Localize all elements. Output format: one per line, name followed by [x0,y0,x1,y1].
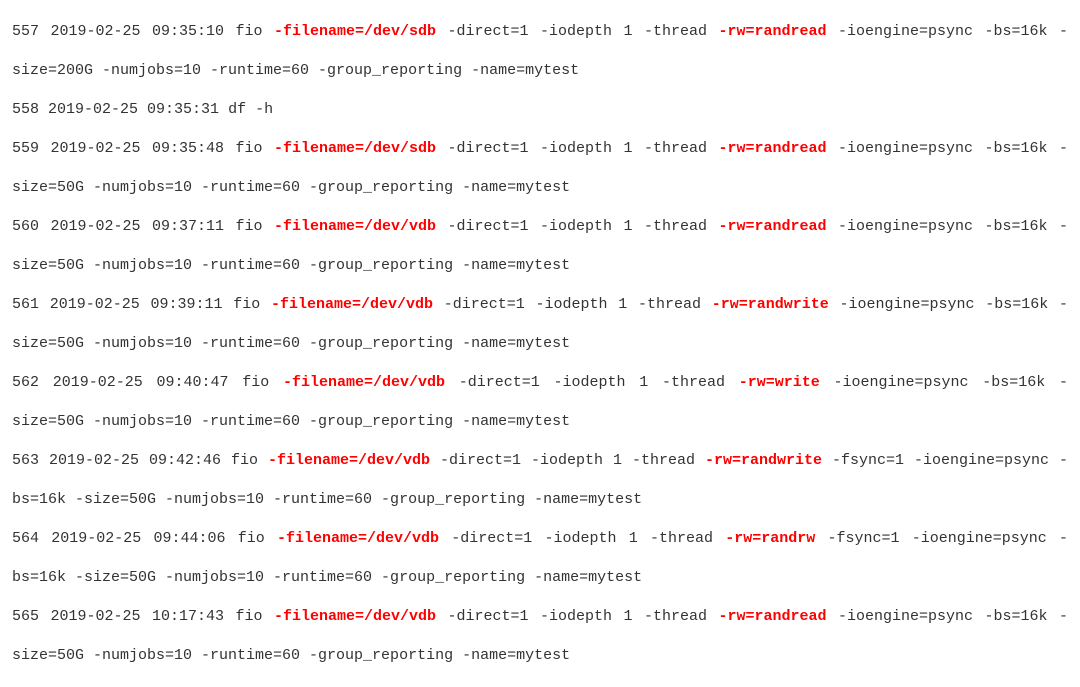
history-timestamp: 2019-02-25 09:35:48 [51,140,225,157]
command-text: fio [233,296,271,313]
history-number: 560 [12,218,39,235]
history-entries: 557 2019-02-25 09:35:10 fio -filename=/d… [12,12,1068,675]
history-timestamp: 2019-02-25 09:35:10 [51,23,225,40]
highlighted-arg: -filename=/dev/sdb [274,140,436,157]
command-text: df -h [228,101,273,118]
highlighted-arg: -rw=randrw [725,530,815,547]
history-entry: 558 2019-02-25 09:35:31 df -h [12,90,1068,129]
command-text: -direct=1 -iodepth 1 -thread [436,608,718,625]
command-text: -direct=1 -iodepth 1 -thread [430,452,705,469]
history-timestamp: 2019-02-25 09:44:06 [51,530,225,547]
command-text: -direct=1 -iodepth 1 -thread [436,218,718,235]
highlighted-arg: -rw=randwrite [705,452,822,469]
command-text: fio [236,218,275,235]
command-text: fio [242,374,283,391]
history-number: 563 [12,452,39,469]
history-timestamp: 2019-02-25 09:35:31 [48,101,219,118]
history-number: 561 [12,296,39,313]
history-number: 565 [12,608,39,625]
command-text: fio [236,608,275,625]
command-text: fio [236,140,275,157]
history-terminal: 557 2019-02-25 09:35:10 fio -filename=/d… [0,0,1080,687]
history-number: 557 [12,23,39,40]
history-entry: 564 2019-02-25 09:44:06 fio -filename=/d… [12,519,1068,597]
highlighted-arg: -filename=/dev/vdb [271,296,433,313]
command-text: -direct=1 -iodepth 1 -thread [436,140,718,157]
command-text: -direct=1 -iodepth 1 -thread [436,23,718,40]
highlighted-arg: -filename=/dev/vdb [274,608,436,625]
history-entry: 557 2019-02-25 09:35:10 fio -filename=/d… [12,12,1068,90]
history-entry: 559 2019-02-25 09:35:48 fio -filename=/d… [12,129,1068,207]
command-text: -direct=1 -iodepth 1 -thread [433,296,712,313]
command-text: fio [238,530,277,547]
history-entry: 561 2019-02-25 09:39:11 fio -filename=/d… [12,285,1068,363]
highlighted-arg: -filename=/dev/vdb [274,218,436,235]
history-entry: 565 2019-02-25 10:17:43 fio -filename=/d… [12,597,1068,675]
highlighted-arg: -filename=/dev/vdb [268,452,430,469]
history-timestamp: 2019-02-25 09:37:11 [51,218,225,235]
history-timestamp: 2019-02-25 09:40:47 [53,374,229,391]
history-number: 559 [12,140,39,157]
command-text: -direct=1 -iodepth 1 -thread [439,530,725,547]
command-text: -direct=1 -iodepth 1 -thread [445,374,739,391]
highlighted-arg: -rw=randread [718,608,826,625]
history-number: 564 [12,530,39,547]
history-entry: 560 2019-02-25 09:37:11 fio -filename=/d… [12,207,1068,285]
highlighted-arg: -rw=randread [718,23,826,40]
highlighted-arg: -filename=/dev/vdb [283,374,445,391]
highlighted-arg: -rw=randwrite [712,296,829,313]
history-entry: 563 2019-02-25 09:42:46 fio -filename=/d… [12,441,1068,519]
history-number: 558 [12,101,39,118]
highlighted-arg: -rw=randread [718,218,826,235]
history-timestamp: 2019-02-25 09:42:46 [49,452,221,469]
highlighted-arg: -filename=/dev/sdb [274,23,436,40]
history-timestamp: 2019-02-25 10:17:43 [51,608,225,625]
history-command: df -h [228,101,273,118]
highlighted-arg: -rw=write [739,374,820,391]
highlighted-arg: -filename=/dev/vdb [277,530,439,547]
history-number: 562 [12,374,39,391]
command-text: fio [236,23,275,40]
history-entry: 562 2019-02-25 09:40:47 fio -filename=/d… [12,363,1068,441]
history-timestamp: 2019-02-25 09:39:11 [50,296,223,313]
highlighted-arg: -rw=randread [718,140,826,157]
command-text: fio [231,452,268,469]
